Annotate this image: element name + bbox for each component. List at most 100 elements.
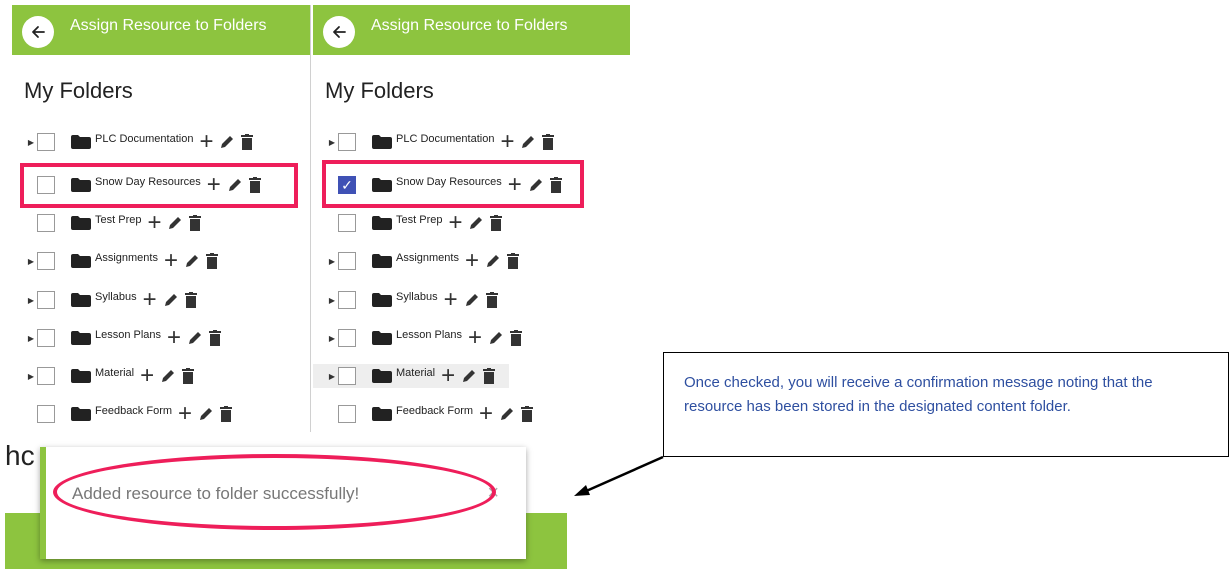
expand-caret-icon[interactable]: ▶ xyxy=(327,138,337,147)
folder-checkbox[interactable] xyxy=(37,176,55,194)
add-subfolder-icon[interactable]: + xyxy=(465,249,479,273)
add-subfolder-icon[interactable]: + xyxy=(479,402,493,426)
add-subfolder-icon[interactable]: + xyxy=(164,249,178,273)
folder-row[interactable]: ▶ Lesson Plans + xyxy=(313,326,523,350)
expand-caret-icon[interactable]: ▶ xyxy=(327,296,337,305)
folder-icon xyxy=(71,216,91,230)
folder-checkbox[interactable] xyxy=(338,252,356,270)
folder-row[interactable]: ▶Feedback Form+ xyxy=(12,402,233,426)
folder-row[interactable]: ▶ Material + xyxy=(313,364,510,388)
folder-checkbox[interactable] xyxy=(37,405,55,423)
delete-trash-icon[interactable] xyxy=(206,253,218,269)
add-subfolder-icon[interactable]: + xyxy=(167,326,181,350)
edit-pencil-icon[interactable] xyxy=(461,368,477,384)
folder-checkbox[interactable] xyxy=(338,214,356,232)
delete-trash-icon[interactable] xyxy=(485,292,498,308)
edit-pencil-icon[interactable] xyxy=(520,134,536,150)
close-icon[interactable]: × xyxy=(487,482,499,505)
expand-caret-icon[interactable]: ▶ xyxy=(26,138,36,147)
edit-pencil-icon[interactable] xyxy=(227,177,243,193)
folder-row[interactable]: ▶Test Prep+ xyxy=(12,211,202,235)
delete-trash-icon[interactable] xyxy=(182,368,195,384)
folder-row[interactable]: ▶✓Snow Day Resources+ xyxy=(313,173,562,197)
folder-row[interactable]: ▶ Syllabus + xyxy=(313,288,498,312)
add-subfolder-icon[interactable]: + xyxy=(448,211,462,235)
delete-trash-icon[interactable] xyxy=(184,292,197,308)
add-subfolder-icon[interactable]: + xyxy=(468,326,482,350)
folder-checkbox[interactable] xyxy=(338,291,356,309)
delete-trash-icon[interactable] xyxy=(189,215,202,231)
add-subfolder-icon[interactable]: + xyxy=(178,402,192,426)
folder-label: Assignments xyxy=(95,252,158,264)
folder-row[interactable]: ▶ Syllabus + xyxy=(12,288,197,312)
edit-pencil-icon[interactable] xyxy=(198,406,214,422)
edit-pencil-icon[interactable] xyxy=(499,406,515,422)
folder-checkbox[interactable] xyxy=(37,252,55,270)
folder-checkbox[interactable] xyxy=(338,133,356,151)
success-toast: Added resource to folder successfully! × xyxy=(40,447,526,559)
edit-pencil-icon[interactable] xyxy=(488,330,504,346)
edit-pencil-icon[interactable] xyxy=(485,253,501,269)
folder-row[interactable]: ▶ Assignments + xyxy=(12,249,218,273)
edit-pencil-icon[interactable] xyxy=(160,368,176,384)
expand-caret-icon[interactable]: ▶ xyxy=(26,334,36,343)
folder-row[interactable]: ▶Snow Day Resources+ xyxy=(12,173,261,197)
folder-label: Assignments xyxy=(396,252,459,264)
add-subfolder-icon[interactable]: + xyxy=(143,288,157,312)
delete-trash-icon[interactable] xyxy=(248,177,261,193)
delete-trash-icon[interactable] xyxy=(542,134,555,150)
folder-checkbox[interactable]: ✓ xyxy=(338,176,356,194)
delete-trash-icon[interactable] xyxy=(209,330,222,346)
delete-trash-icon[interactable] xyxy=(549,177,562,193)
expand-caret-icon[interactable]: ▶ xyxy=(26,296,36,305)
folder-label: Test Prep xyxy=(95,214,142,226)
folder-checkbox[interactable] xyxy=(37,367,55,385)
folder-row[interactable]: ▶ Lesson Plans + xyxy=(12,326,222,350)
add-subfolder-icon[interactable]: + xyxy=(147,211,161,235)
delete-trash-icon[interactable] xyxy=(220,406,233,422)
folder-row[interactable]: ▶ Assignments + xyxy=(313,249,519,273)
expand-caret-icon[interactable]: ▶ xyxy=(327,334,337,343)
add-subfolder-icon[interactable]: + xyxy=(199,130,213,154)
delete-trash-icon[interactable] xyxy=(521,406,534,422)
edit-pencil-icon[interactable] xyxy=(468,215,484,231)
expand-caret-icon[interactable]: ▶ xyxy=(26,257,36,266)
folder-row[interactable]: ▶ PLC Documentation + xyxy=(12,130,254,154)
delete-trash-icon[interactable] xyxy=(490,215,503,231)
edit-pencil-icon[interactable] xyxy=(187,330,203,346)
folder-row[interactable]: ▶Test Prep+ xyxy=(313,211,503,235)
edit-pencil-icon[interactable] xyxy=(167,215,183,231)
folder-row[interactable]: ▶Feedback Form+ xyxy=(313,402,534,426)
delete-trash-icon[interactable] xyxy=(507,253,519,269)
expand-caret-icon[interactable]: ▶ xyxy=(327,257,337,266)
folder-row[interactable]: ▶ PLC Documentation + xyxy=(313,130,555,154)
delete-trash-icon[interactable] xyxy=(241,134,254,150)
delete-trash-icon[interactable] xyxy=(483,368,496,384)
delete-trash-icon[interactable] xyxy=(510,330,523,346)
folder-checkbox[interactable] xyxy=(338,329,356,347)
expand-caret-icon[interactable]: ▶ xyxy=(327,372,337,381)
edit-pencil-icon[interactable] xyxy=(163,292,179,308)
edit-pencil-icon[interactable] xyxy=(464,292,480,308)
folder-checkbox[interactable] xyxy=(338,367,356,385)
add-subfolder-icon[interactable]: + xyxy=(441,364,455,388)
folder-checkbox[interactable] xyxy=(37,291,55,309)
edit-pencil-icon[interactable] xyxy=(219,134,235,150)
edit-pencil-icon[interactable] xyxy=(528,177,544,193)
add-subfolder-icon[interactable]: + xyxy=(444,288,458,312)
folder-checkbox[interactable] xyxy=(37,133,55,151)
add-subfolder-icon[interactable]: + xyxy=(508,173,522,197)
folder-row[interactable]: ▶ Material + xyxy=(12,364,195,388)
back-button[interactable] xyxy=(22,16,54,48)
folder-label: Syllabus xyxy=(396,291,438,303)
folder-checkbox[interactable] xyxy=(338,405,356,423)
add-subfolder-icon[interactable]: + xyxy=(207,173,221,197)
folder-checkbox[interactable] xyxy=(37,214,55,232)
edit-pencil-icon[interactable] xyxy=(184,253,200,269)
folder-checkbox[interactable] xyxy=(37,329,55,347)
expand-caret-icon[interactable]: ▶ xyxy=(26,372,36,381)
folder-icon xyxy=(71,331,91,345)
add-subfolder-icon[interactable]: + xyxy=(500,130,514,154)
add-subfolder-icon[interactable]: + xyxy=(140,364,154,388)
back-button[interactable] xyxy=(323,16,355,48)
